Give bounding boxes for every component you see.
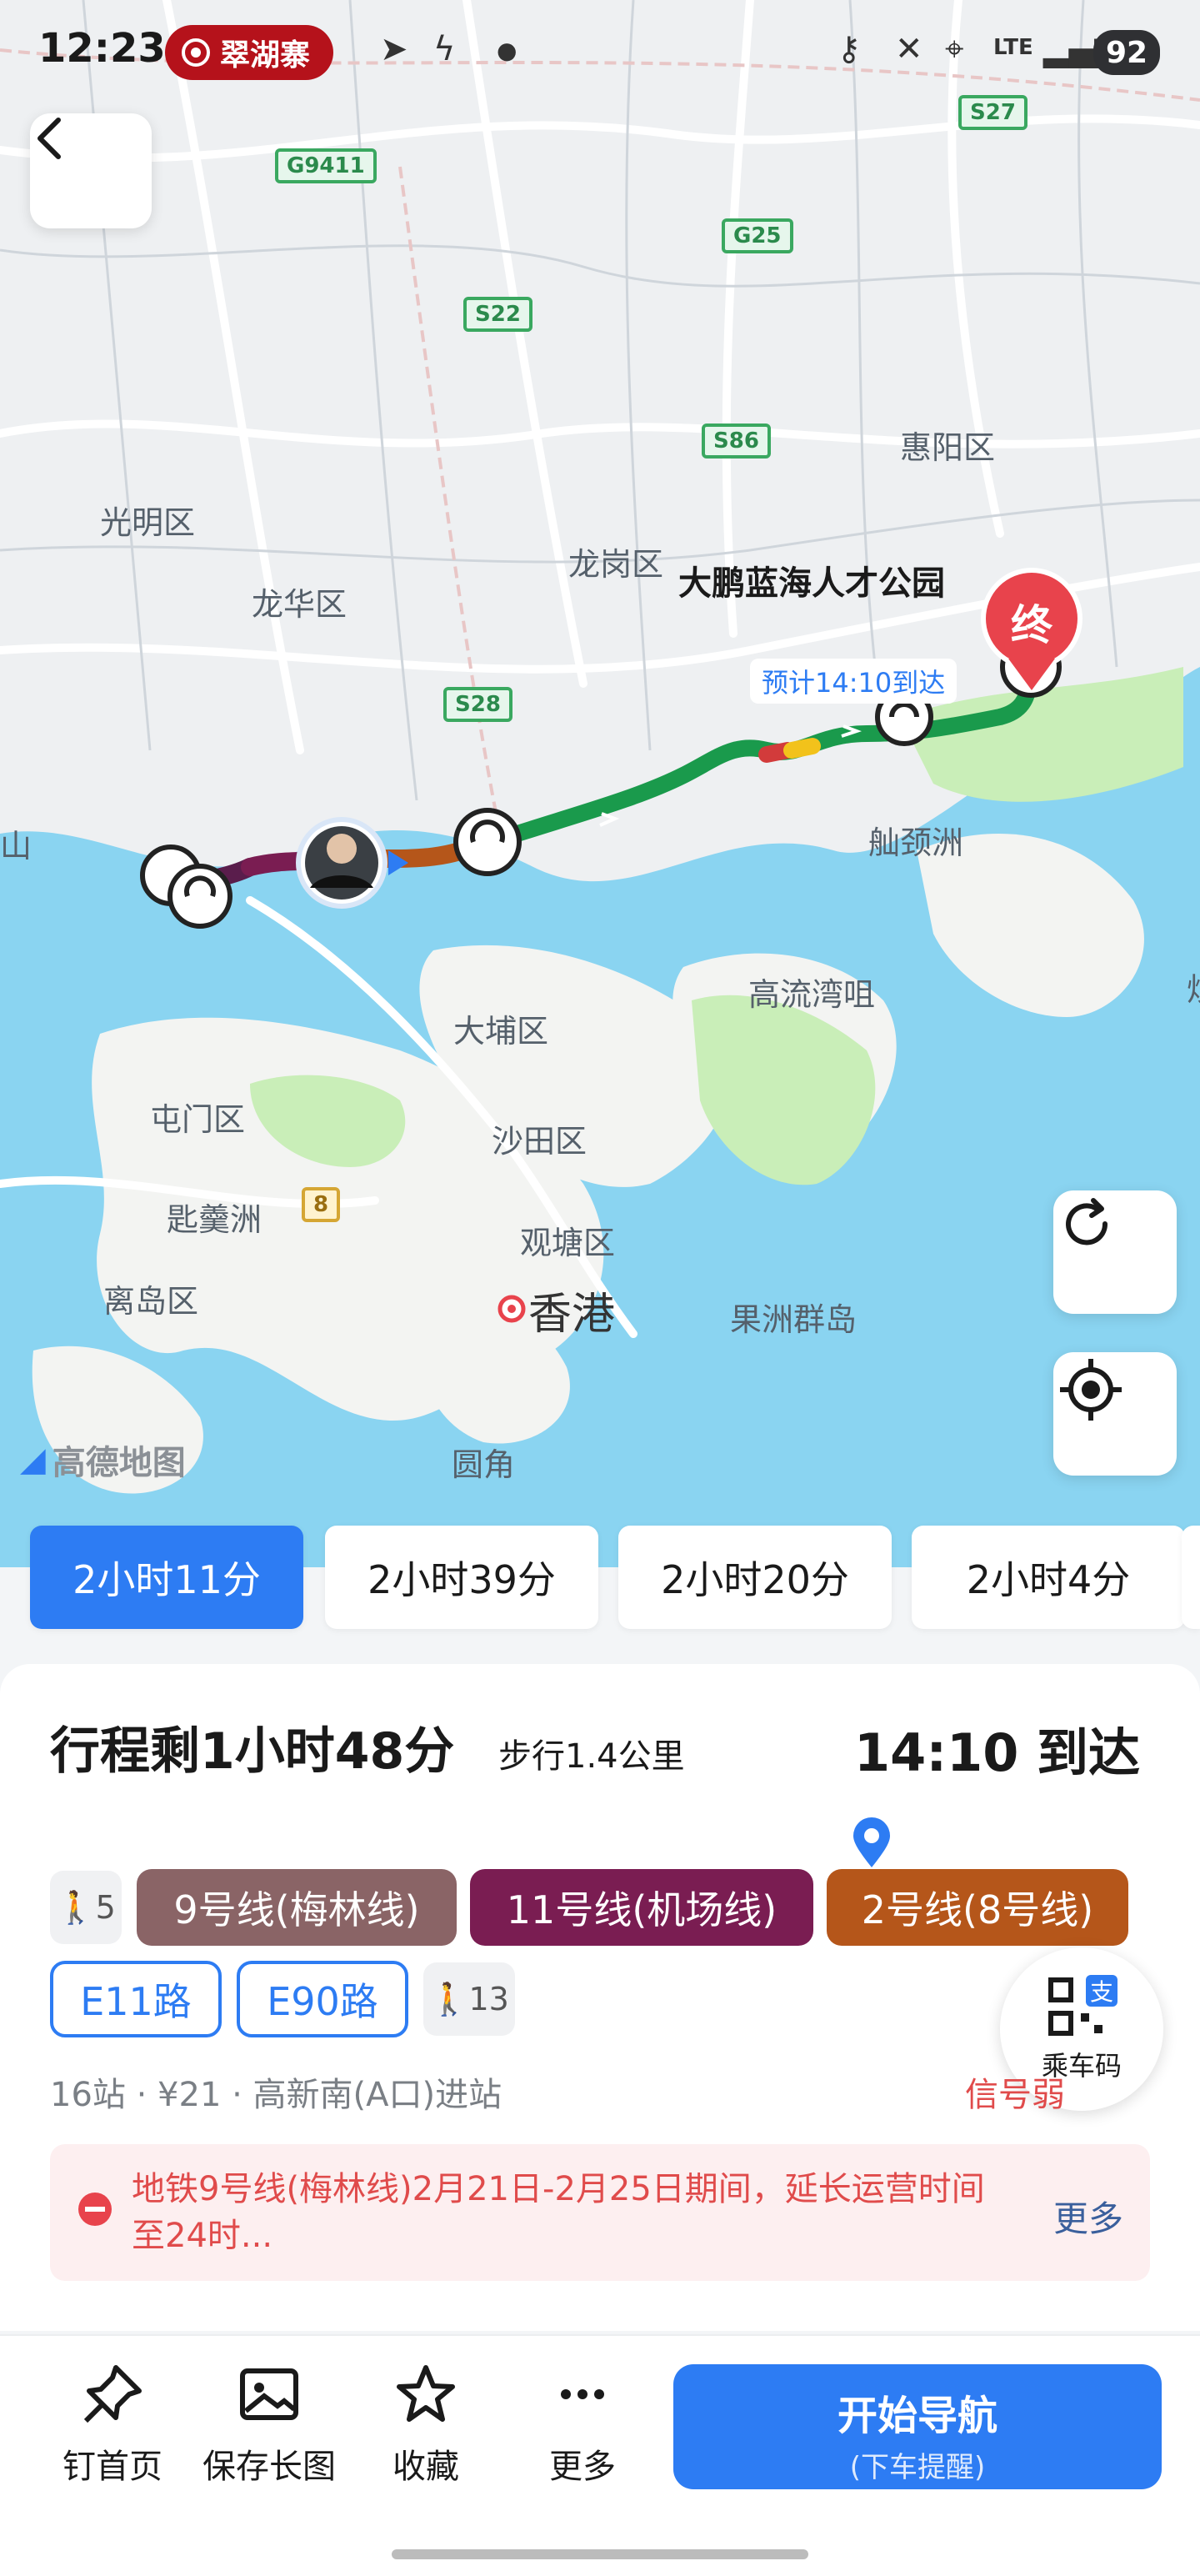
recording-badge-label: 翠湖寨	[220, 38, 311, 73]
signal-status: 信号弱	[965, 2076, 1065, 2114]
location-icon: ⌖	[945, 30, 964, 68]
star-icon	[397, 2365, 455, 2422]
route-card[interactable]: 行程剩1小时48分 步行1.4公里 14:10 到达 🚶 5 9号线(梅林线) 1…	[0, 1664, 1200, 2331]
status-bar: 12:23 翠湖寨 ➤ ϟ ● ⚷ ✕ ⌖ LTE ▂▄▆ 92	[0, 0, 1200, 108]
road-shield: S22	[463, 297, 532, 332]
route-tab-more[interactable]	[1182, 1526, 1200, 1629]
place-label: 香港	[528, 1290, 616, 1340]
start-navigation-label: 开始导航	[837, 2393, 998, 2439]
destination-marker[interactable]: 终	[1003, 592, 1060, 652]
status-time: 12:23	[38, 25, 166, 72]
route-map[interactable]: 12:23 翠湖寨 ➤ ϟ ● ⚷ ✕ ⌖ LTE ▂▄▆ 92 G9411 S…	[0, 0, 1200, 1567]
pin-home-button[interactable]: 钉首页	[42, 2361, 183, 2488]
telegram-icon: ➤	[380, 30, 408, 68]
key-icon: ⚷	[837, 30, 862, 68]
place-label: 惠阳区	[900, 429, 996, 466]
destination-name: 大鹏蓝海人才公园	[678, 564, 945, 603]
place-label: 山	[0, 828, 32, 865]
route-tab[interactable]: 2小时39分	[325, 1526, 598, 1629]
place-label: 高流湾咀	[748, 976, 876, 1013]
qr-code-icon: 支	[1048, 1975, 1118, 2036]
road-shield: S28	[443, 687, 512, 722]
location-pin-icon	[853, 1817, 890, 1867]
place-label: 屯门区	[150, 1101, 246, 1138]
locate-icon	[1060, 1359, 1122, 1421]
metro-line-chip[interactable]: 11号线(机场线)	[470, 1869, 813, 1946]
bottom-action-bar: 钉首页 保存长图 收藏 更多 开始导航 (下车提醒)	[0, 2334, 1200, 2576]
road-shield: S27	[958, 95, 1028, 130]
walk-distance: 步行1.4公里	[498, 1737, 685, 1776]
recording-badge[interactable]: 翠湖寨	[165, 25, 334, 80]
road-shield: S86	[702, 423, 771, 459]
place-label: 观塘区	[520, 1225, 616, 1261]
map-attribution: ◢ 高德地图	[20, 1441, 186, 1482]
svg-text:支: 支	[1090, 1978, 1113, 2006]
arrival-time: 14:10 到达	[854, 1722, 1140, 1783]
bolt-icon: ϟ	[433, 30, 456, 68]
refresh-button[interactable]	[1053, 1190, 1177, 1314]
route-tab[interactable]: 2小时20分	[618, 1526, 892, 1629]
road-shield: 8	[302, 1187, 341, 1222]
road-shield: G25	[722, 218, 793, 253]
save-image-button[interactable]: 保存长图	[198, 2361, 340, 2488]
warning-icon	[78, 2193, 112, 2226]
place-label: 沙田区	[492, 1123, 588, 1160]
place-label: 匙羹洲	[167, 1201, 262, 1238]
walk-segment: 🚶 5	[50, 1871, 122, 1944]
battery-indicator: 92	[1093, 30, 1160, 75]
alight-reminder-label: (下车提醒)	[849, 2451, 986, 2484]
more-icon	[561, 2389, 604, 2399]
place-label: 龙华区	[252, 586, 348, 623]
service-notice[interactable]: 地铁9号线(梅林线)2月21日-2月25日期间，延长运营时间至24时... 更多	[50, 2144, 1150, 2281]
walk-segment: 🚶 13	[423, 1962, 515, 2036]
lte-label: LTE	[993, 35, 1033, 60]
back-arrow-icon	[38, 118, 61, 159]
pin-icon	[83, 2365, 142, 2423]
place-label: 离岛区	[103, 1283, 199, 1320]
route-tab[interactable]: 2小时11分	[30, 1526, 303, 1629]
start-navigation-button[interactable]: 开始导航 (下车提醒)	[673, 2364, 1162, 2489]
dot-icon: ●	[497, 37, 518, 64]
favorite-button[interactable]: 收藏	[355, 2361, 497, 2488]
notice-more-link[interactable]: 更多	[1053, 2191, 1123, 2242]
place-label: 炒	[1187, 964, 1200, 1010]
walk-icon: 🚶	[429, 1980, 469, 2017]
metro-line-chip[interactable]: 2号线(8号线)	[827, 1869, 1128, 1946]
back-button[interactable]	[30, 113, 152, 228]
place-label: 光明区	[100, 504, 196, 541]
place-label: 舢颈洲	[868, 824, 964, 861]
route-tab[interactable]: 2小时4分	[912, 1526, 1185, 1629]
route-summary: 16站 · ¥21 · 高新南(A口)进站	[50, 2076, 502, 2114]
metro-line-chip[interactable]: 9号线(梅林线)	[137, 1869, 457, 1946]
place-label: 龙岗区	[568, 546, 664, 583]
place-label: 大埔区	[453, 1013, 549, 1050]
home-indicator[interactable]	[392, 2549, 808, 2559]
refresh-icon	[1066, 1198, 1108, 1245]
road-shield: G9411	[275, 148, 377, 183]
place-label: 圆角	[452, 1446, 516, 1483]
trip-remaining: 行程剩1小时48分	[50, 1722, 455, 1781]
mute-icon: ✕	[895, 30, 923, 68]
eta-bubble: 预计14:10到达	[750, 659, 958, 704]
walk-icon: 🚶	[56, 1888, 96, 1926]
notice-text: 地铁9号线(梅林线)2月21日-2月25日期间，延长运营时间至24时...	[132, 2170, 985, 2255]
locate-button[interactable]	[1053, 1352, 1177, 1476]
record-icon	[182, 38, 210, 67]
image-icon	[240, 2368, 298, 2420]
route-options: 2小时11分 2小时39分 2小时20分 2小时4分	[0, 1526, 1200, 1639]
place-label: 果洲群岛	[730, 1301, 858, 1338]
more-button[interactable]: 更多	[512, 2361, 653, 2488]
bus-line-chip[interactable]: E11路	[50, 1961, 222, 2037]
bus-line-chip[interactable]: E90路	[237, 1961, 408, 2037]
amap-logo-icon: ◢	[20, 1441, 46, 1479]
